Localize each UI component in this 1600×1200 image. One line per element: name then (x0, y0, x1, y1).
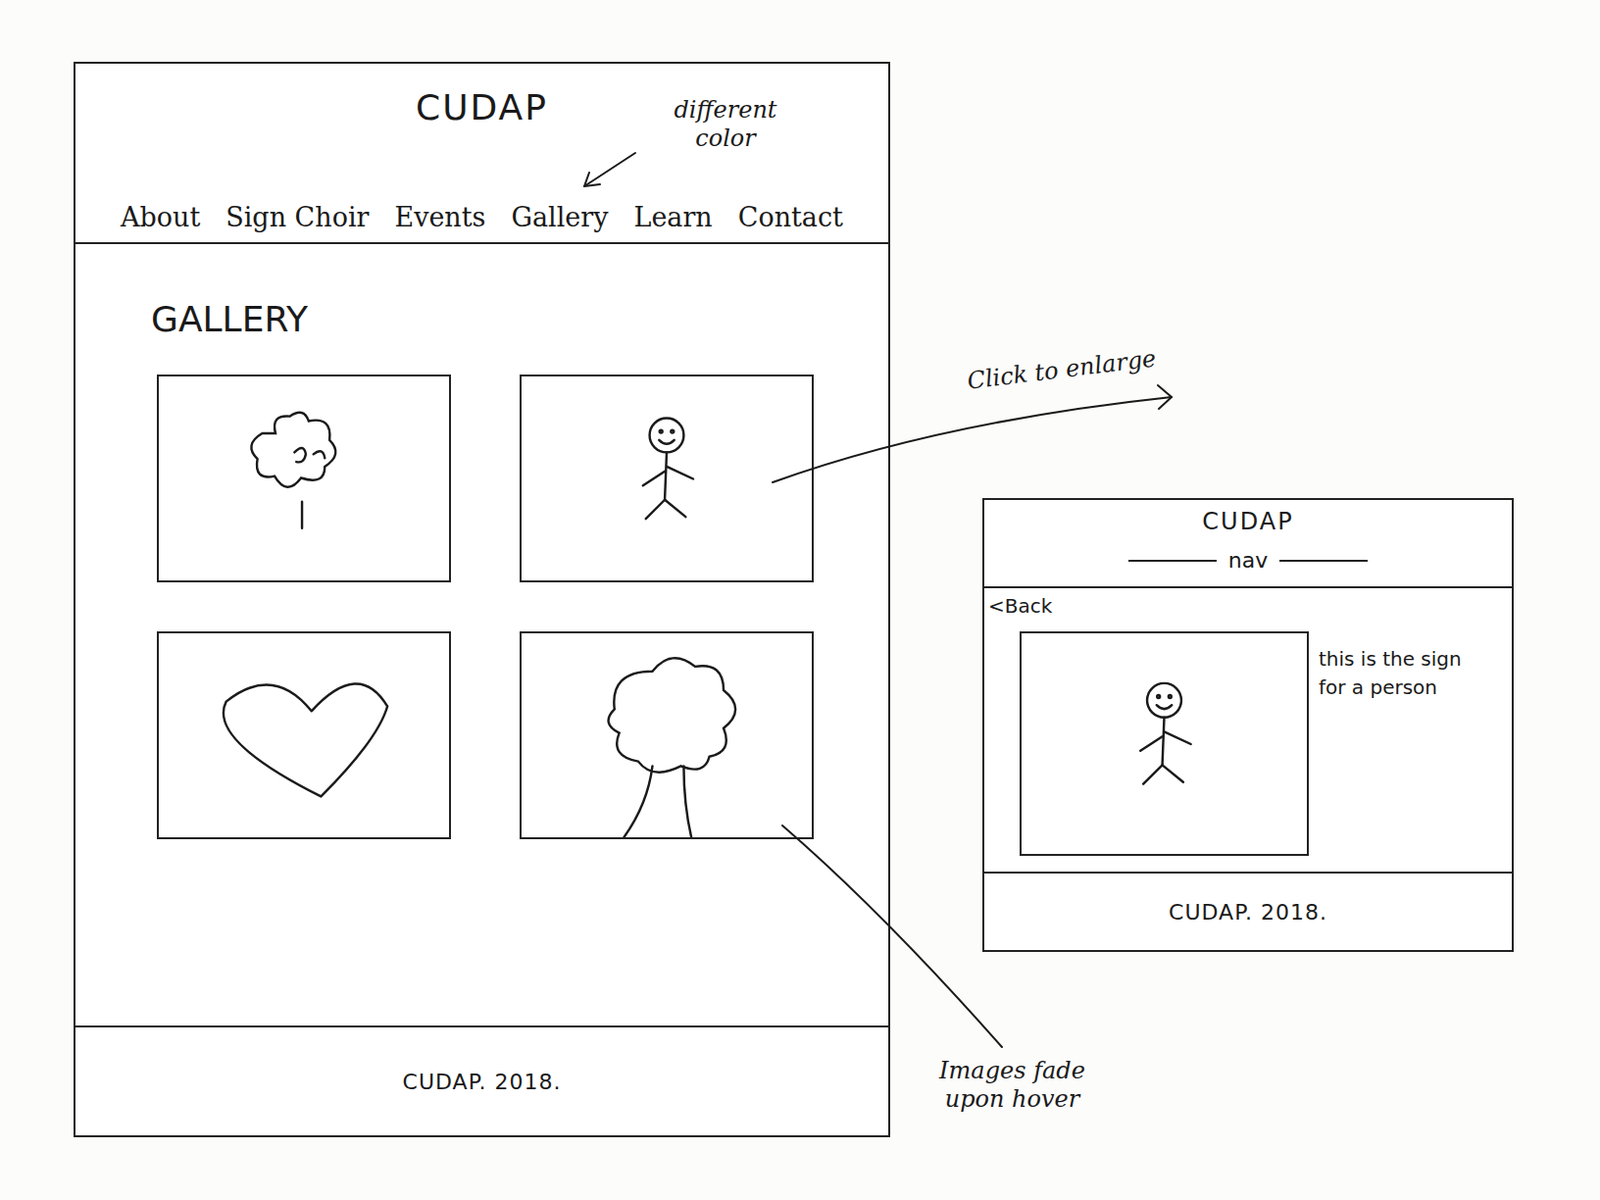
annotation: different color (642, 96, 809, 153)
annotation: Images fade upon hover (926, 1056, 1099, 1114)
detail-content: <Back this is the sign for a person (984, 588, 1512, 872)
person-icon (1140, 683, 1191, 785)
nav-item[interactable]: Events (394, 201, 486, 233)
detail-logo: CUDAP (1201, 507, 1294, 536)
detail-row: this is the sign for a person (984, 631, 1512, 856)
gallery-image[interactable] (156, 631, 451, 840)
sketch-canvas: CUDAP About Sign Choir Events Gallery Learn Co… (0, 0, 1600, 1200)
gallery-image[interactable] (519, 374, 814, 583)
annotation: Click to enlarge (965, 336, 1223, 396)
nav-item[interactable]: Sign Choir (225, 201, 369, 233)
detail-page-wireframe: CUDAP nav <Back this is the sign for a pers… (982, 498, 1514, 952)
arrow-icon (584, 152, 636, 187)
gallery-page-wireframe: CUDAP About Sign Choir Events Gallery Learn Co… (73, 61, 891, 1138)
gallery-content: GALLERY (75, 244, 889, 1026)
detail-nav[interactable]: nav (1128, 548, 1368, 573)
page-footer: CUDAP. 2018. (75, 1025, 889, 1136)
back-link[interactable]: <Back (988, 594, 1512, 618)
heart-icon (223, 683, 388, 797)
nav-item[interactable]: About (120, 201, 200, 233)
nav-item[interactable]: Gallery (510, 201, 608, 233)
person-icon (643, 418, 694, 520)
gallery-grid (156, 374, 889, 840)
page-header: CUDAP About Sign Choir Events Gallery Learn Co… (75, 63, 889, 245)
annotation-arrows (0, 0, 1600, 1200)
detail-header: CUDAP nav (984, 500, 1512, 589)
detail-footer: CUDAP. 2018. (984, 871, 1512, 950)
gallery-image[interactable] (519, 631, 814, 840)
enlarged-image (1019, 631, 1309, 856)
logo: CUDAP (415, 87, 549, 128)
small-tree-icon (250, 412, 336, 529)
pointer-line-icon (782, 825, 1002, 1048)
gallery-image[interactable] (156, 374, 451, 583)
gallery-heading: GALLERY (150, 299, 889, 340)
image-caption: this is the sign for a person (1318, 645, 1476, 702)
nav-item[interactable]: Learn (633, 201, 712, 233)
tree-icon (608, 657, 737, 838)
nav-item[interactable]: Contact (738, 201, 844, 233)
arrow-icon (772, 397, 1172, 483)
nav-bar: About Sign Choir Events Gallery Learn Contact (75, 201, 889, 233)
